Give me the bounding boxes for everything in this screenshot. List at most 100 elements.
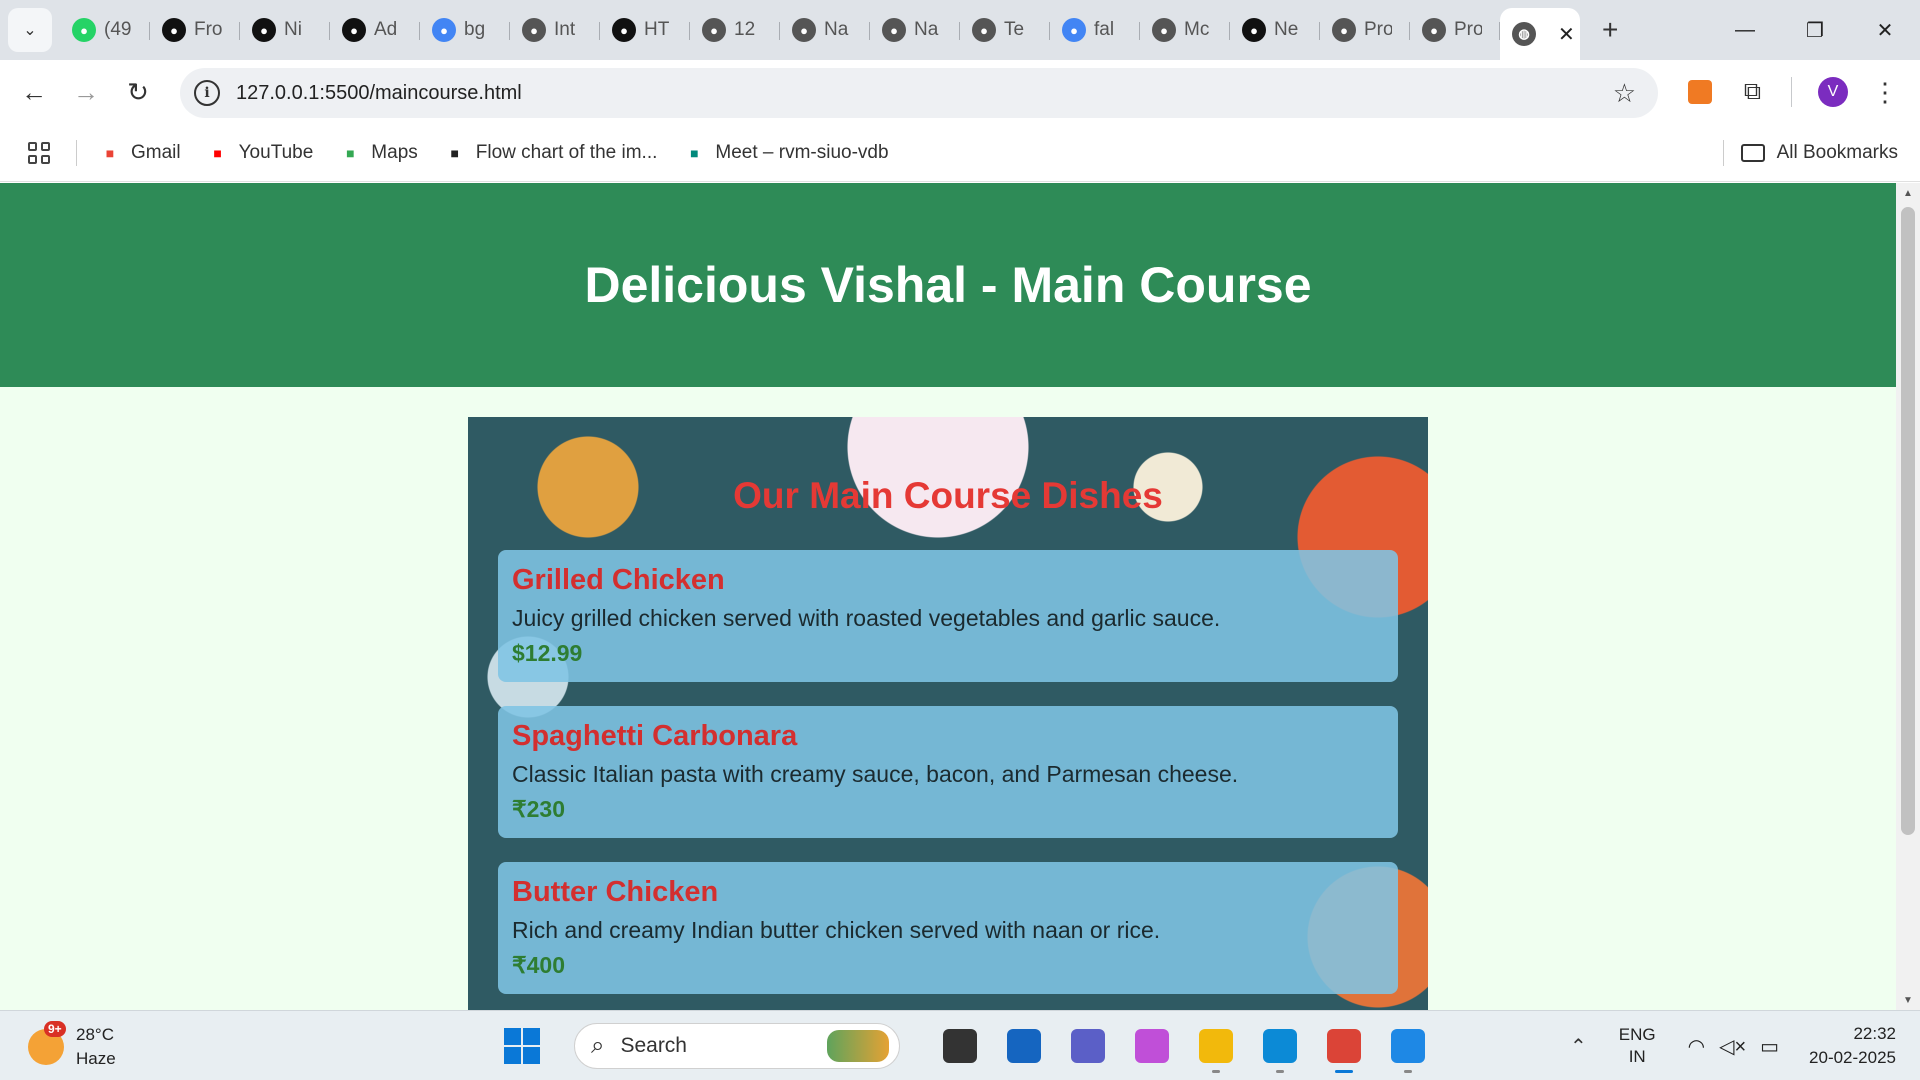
tab-label: Pro [1454, 19, 1482, 40]
google-icon: ● [1062, 18, 1086, 42]
page-header: Delicious Vishal - Main Course [0, 183, 1896, 387]
folder-icon [1740, 143, 1765, 162]
tab-label: Te [1004, 19, 1025, 40]
tab-label: Fro [194, 19, 222, 40]
search-highlight-image [827, 1030, 889, 1062]
globe-icon: ● [522, 18, 546, 42]
dish-name: Grilled Chicken [512, 564, 725, 596]
tab[interactable]: ● Ne [1230, 8, 1320, 52]
bookmark-item[interactable]: ■ Flow chart of the im... [444, 142, 658, 164]
maps-icon: ■ [346, 144, 355, 161]
search-icon: ⌕ [591, 1032, 605, 1059]
tab-label: Pro [1364, 19, 1392, 40]
tab[interactable]: ● bg [420, 8, 510, 52]
profile-avatar[interactable]: V [1818, 77, 1848, 107]
bookmarks-bar: ■ Gmail ■ YouTube ■ Maps ■ Flow chart of the im… [0, 124, 1920, 182]
github-icon: ● [252, 18, 276, 42]
dish-card: Spaghetti Carbonara Classic Italian past… [498, 706, 1398, 838]
wifi-icon[interactable]: ◠ [1688, 1034, 1705, 1059]
apps-grid-icon[interactable] [28, 141, 50, 164]
toolbar-divider [1791, 77, 1792, 107]
restore-button[interactable]: ❐ [1780, 0, 1850, 60]
taskbar-app[interactable] [1383, 1021, 1433, 1073]
address-bar[interactable]: i 127.0.0.1:5500/maincourse.html ☆ [180, 68, 1658, 118]
reload-button[interactable]: ↻ [112, 66, 164, 118]
tab[interactable]: ● Na [870, 8, 960, 52]
tab[interactable]: ● Pro [1410, 8, 1500, 52]
taskbar-app[interactable] [999, 1021, 1049, 1071]
tab[interactable]: ● Fro [150, 8, 240, 52]
page-scrollbar[interactable]: ▲ ▼ [1896, 183, 1920, 1010]
notification-badge: 9+ [44, 1021, 66, 1037]
scroll-thumb[interactable] [1901, 207, 1915, 835]
new-tab-button[interactable]: + [1602, 14, 1618, 46]
taskbar-app[interactable] [1319, 1021, 1369, 1073]
taskbar-search[interactable]: ⌕ Search [574, 1023, 900, 1069]
tab[interactable]: ● Na [780, 8, 870, 52]
bookmarks-divider [76, 139, 77, 166]
toolbar-right: ⧉ V ⋮ [1687, 60, 1920, 124]
close-window-button[interactable]: ✕ [1850, 0, 1920, 60]
all-bookmarks-button[interactable]: All Bookmarks [1740, 142, 1898, 164]
globe-icon: ● [792, 18, 816, 42]
tab-label: Na [914, 19, 939, 40]
tab[interactable]: ● 12 [690, 8, 780, 52]
tab[interactable]: ● (49 [60, 8, 150, 52]
tab-active[interactable]: ◍ ✕ [1500, 8, 1580, 60]
tab[interactable]: ● Ad [330, 8, 420, 52]
globe-icon: ● [702, 18, 726, 42]
taskbar-app[interactable] [1127, 1021, 1177, 1071]
tab[interactable]: ● HT [600, 8, 690, 52]
tab[interactable]: ● Ni [240, 8, 330, 52]
more-menu-icon[interactable]: ⋮ [1872, 77, 1898, 108]
site-info-icon[interactable]: i [194, 80, 220, 106]
url-text[interactable]: 127.0.0.1:5500/maincourse.html [236, 82, 522, 105]
clock[interactable]: 22:32 20-02-2025 [1809, 1022, 1896, 1070]
minimize-button[interactable]: — [1710, 0, 1780, 60]
tab[interactable]: ● Int [510, 8, 600, 52]
windows-start-icon[interactable] [504, 1028, 540, 1064]
speaker-muted-icon[interactable]: ◁× [1719, 1034, 1746, 1059]
scroll-down-arrow-icon[interactable]: ▼ [1896, 990, 1920, 1010]
taskbar-app[interactable] [935, 1021, 985, 1071]
bookmark-item[interactable]: ■ YouTube [207, 141, 314, 164]
tab[interactable]: ● Mc [1140, 8, 1230, 52]
clock-time: 22:32 [1853, 1024, 1896, 1043]
bookmark-star-icon[interactable]: ☆ [1613, 78, 1636, 109]
battery-icon[interactable]: ▭ [1760, 1034, 1779, 1059]
vscode-icon [1391, 1029, 1425, 1063]
bookmark-label: YouTube [238, 141, 314, 163]
show-hidden-icons-icon[interactable]: ⌃ [1570, 1034, 1587, 1059]
taskbar-app[interactable] [1255, 1021, 1305, 1073]
tab[interactable]: ● Pro [1320, 8, 1410, 52]
weather-widget[interactable]: 9+ 28°C Haze [28, 1021, 116, 1071]
tab[interactable]: ● Te [960, 8, 1050, 52]
taskbar-apps [928, 1021, 1440, 1073]
scroll-up-arrow-icon[interactable]: ▲ [1896, 183, 1920, 203]
language-indicator[interactable]: ENG IN [1619, 1024, 1656, 1068]
dish-price: $12.99 [512, 640, 583, 666]
tray-icons[interactable]: ◠ ◁× ▭ [1688, 1034, 1779, 1059]
bookmark-item[interactable]: ■ Gmail [99, 142, 181, 164]
extensions-puzzle-icon[interactable]: ⧉ [1744, 78, 1761, 106]
bookmark-item[interactable]: ■ Meet – rvm-siuo-vdb [683, 142, 888, 164]
chrome-icon [1327, 1029, 1361, 1063]
forward-button[interactable]: → [60, 66, 112, 118]
taskbar-app[interactable] [1191, 1021, 1241, 1073]
meet-icon: ■ [690, 144, 699, 161]
window-controls: — ❐ ✕ [1710, 0, 1920, 60]
taskbar-app[interactable] [1063, 1021, 1113, 1071]
gmail-icon: ■ [105, 144, 115, 161]
tab-label: bg [464, 19, 486, 40]
bookmark-item[interactable]: ■ Maps [339, 142, 418, 164]
close-tab-icon[interactable]: ✕ [1558, 22, 1575, 47]
tab-search-chevron-icon[interactable]: ⌄ [8, 8, 52, 52]
tab-label: Ne [1274, 19, 1299, 40]
microsoft-store-icon [1007, 1029, 1041, 1063]
clock-date: 20-02-2025 [1809, 1048, 1896, 1067]
bookmark-label: Flow chart of the im... [475, 141, 658, 163]
extension-icon[interactable] [1687, 80, 1712, 104]
tab-label: 12 [734, 19, 756, 40]
back-button[interactable]: ← [8, 66, 60, 118]
tab[interactable]: ● fal [1050, 8, 1140, 52]
